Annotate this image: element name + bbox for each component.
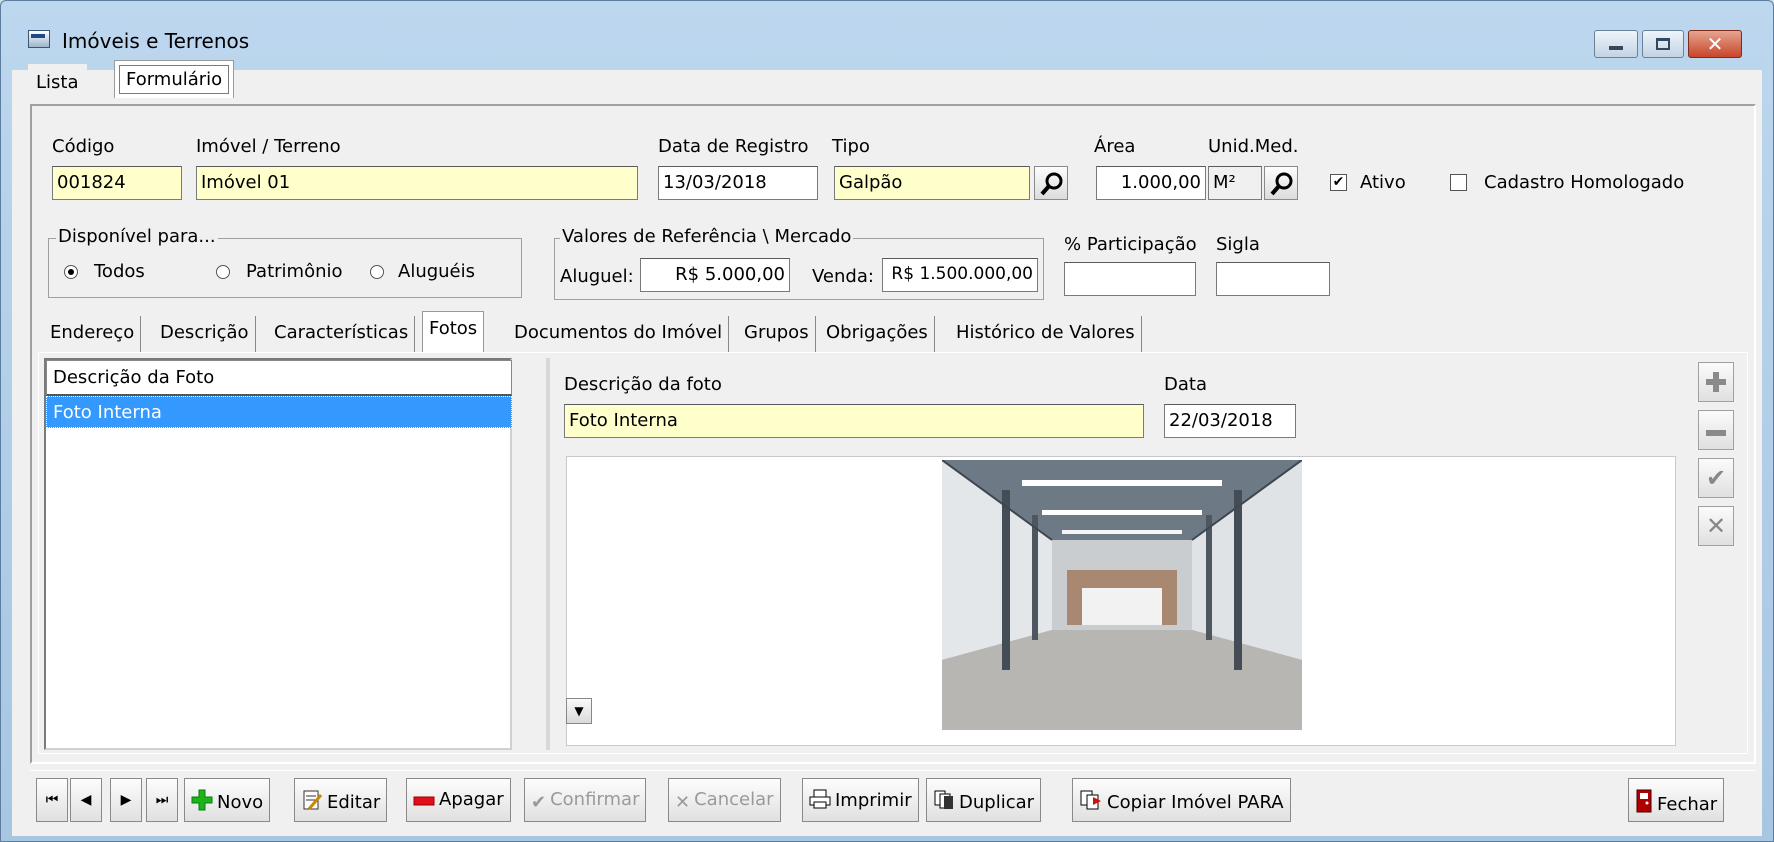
subtab-obrigacoes[interactable]: Obrigações [820,316,935,352]
app-icon [28,30,50,48]
minus-icon [413,796,435,806]
apagar-label: Apagar [439,789,504,810]
splitter[interactable] [546,358,550,750]
editar-label: Editar [327,792,381,813]
disponivel-title: Disponível para... [56,226,218,247]
prev-record-icon[interactable]: ◀ [70,778,102,822]
radio-todos[interactable] [64,265,78,279]
confirmar-button[interactable]: ✔ Confirmar [524,778,647,822]
fotos-list[interactable]: Descrição da Foto Foto Interna [44,358,512,750]
participacao-label: % Participação [1064,234,1197,255]
ativo-checkbox[interactable]: ✔ [1330,174,1347,191]
copiar-imovel-button[interactable]: Copiar Imóvel PARA [1072,778,1291,822]
maximize-button[interactable] [1642,30,1684,58]
venda-label: Venda: [812,266,874,287]
duplicate-icon [934,790,953,809]
data-registro-label: Data de Registro [658,136,809,157]
subtab-documentos[interactable]: Documentos do Imóvel [508,316,730,352]
data-foto-field[interactable]: 22/03/2018 [1164,404,1296,438]
homologado-label: Cadastro Homologado [1484,172,1685,193]
imprimir-label: Imprimir [835,790,912,811]
plus-icon[interactable] [1698,362,1734,402]
sigla-label: Sigla [1216,234,1260,255]
novo-label: Novo [217,792,264,813]
edit-icon [303,790,323,810]
homologado-checkbox[interactable] [1450,174,1467,191]
tab-formulario[interactable]: Formulário [114,60,235,98]
tipo-search-button[interactable] [1034,166,1068,200]
printer-icon [809,789,831,809]
radio-alugueis[interactable] [370,265,384,279]
cancelar-button[interactable]: ✕ Cancelar [668,778,781,822]
copiar-label: Copiar Imóvel PARA [1107,792,1284,813]
data-foto-label: Data [1164,374,1207,395]
novo-button[interactable]: Novo [184,778,271,822]
codigo-field[interactable]: 001824 [52,166,182,200]
subtab-grupos[interactable]: Grupos [738,316,816,352]
last-record-icon[interactable]: ⏭ [146,778,178,822]
check-icon[interactable]: ✔ [1698,458,1734,498]
participacao-field[interactable] [1064,262,1196,296]
imovel-label: Imóvel / Terreno [196,136,341,157]
tipo-label: Tipo [832,136,870,157]
check-icon: ✔ [531,792,547,813]
radio-patrimonio-label: Patrimônio [246,261,343,282]
unid-med-field[interactable]: M² [1208,166,1262,200]
warehouse-photo [941,459,1303,730]
tipo-field[interactable]: Galpão [834,166,1030,200]
next-record-icon[interactable]: ▶ [110,778,142,822]
descricao-foto-label: Descrição da foto [564,374,722,395]
subtab-descricao[interactable]: Descrição [154,316,256,352]
radio-patrimonio[interactable] [216,265,230,279]
subtab-caracteristicas[interactable]: Características [268,316,416,352]
unid-med-label: Unid.Med. [1208,136,1299,157]
tab-lista[interactable]: Lista [28,64,87,102]
aluguel-label: Aluguel: [560,266,634,287]
photo-dropdown-button[interactable]: ▼ [566,698,592,724]
data-registro-field[interactable]: 13/03/2018 [658,166,818,200]
subtab-endereco[interactable]: Endereço [44,316,142,352]
tab-formulario-label: Formulário [119,65,230,94]
radio-alugueis-label: Aluguéis [398,261,476,282]
imprimir-button[interactable]: Imprimir [802,778,919,822]
copy-icon [1080,790,1101,810]
duplicar-label: Duplicar [959,792,1035,813]
magnifier-icon [1040,172,1063,196]
subtab-fotos[interactable]: Fotos [422,311,485,352]
unid-med-search-button[interactable] [1264,166,1298,200]
venda-field[interactable]: R$ 1.500.000,00 [882,258,1038,292]
imovel-field[interactable]: Imóvel 01 [196,166,638,200]
x-icon: ✕ [675,792,691,813]
radio-todos-label: Todos [94,261,145,282]
list-column-header[interactable]: Descrição da Foto [46,360,512,396]
sigla-field[interactable] [1216,262,1330,296]
apagar-button[interactable]: Apagar [406,778,511,822]
minus-icon[interactable] [1698,410,1734,450]
area-label: Área [1094,136,1136,157]
descricao-foto-field[interactable]: Foto Interna [564,404,1144,438]
cancelar-label: Cancelar [694,789,774,810]
door-icon [1636,789,1652,813]
valores-title: Valores de Referência \ Mercado [560,226,854,247]
ativo-label: Ativo [1360,172,1406,193]
aluguel-field[interactable]: R$ 5.000,00 [640,258,790,292]
fechar-button[interactable]: Fechar [1628,778,1725,822]
subtab-historico[interactable]: Histórico de Valores [950,316,1142,352]
minimize-button[interactable] [1594,30,1638,58]
duplicar-button[interactable]: Duplicar [926,778,1042,822]
x-icon[interactable]: ✕ [1698,506,1734,546]
close-button[interactable]: ✕ [1688,30,1742,58]
window-title: Imóveis e Terrenos [62,29,250,53]
editar-button[interactable]: Editar [294,778,388,822]
list-item[interactable]: Foto Interna [46,396,512,428]
magnifier-icon [1270,172,1293,196]
plus-icon [191,789,213,811]
codigo-label: Código [52,136,115,157]
area-field[interactable]: 1.000,00 [1096,166,1206,200]
first-record-icon[interactable]: ⏮ [36,778,68,822]
title-bar: Imóveis e Terrenos ✕ [0,0,1774,70]
confirmar-label: Confirmar [550,789,640,810]
fechar-label: Fechar [1657,794,1718,815]
